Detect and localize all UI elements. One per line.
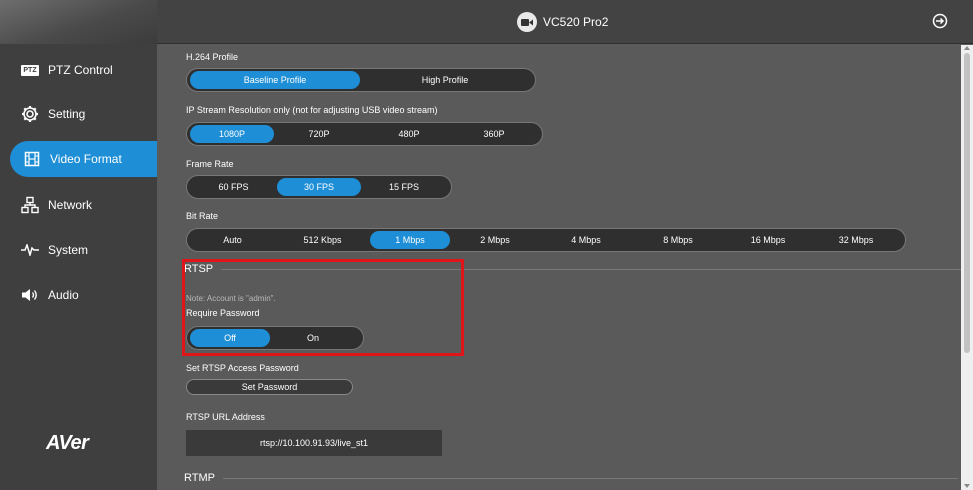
- sidebar-item-video-format[interactable]: Video Format: [10, 141, 157, 177]
- option-512-kbps[interactable]: 512 Kbps: [275, 231, 370, 249]
- sidebar-item-label: System: [48, 243, 89, 257]
- sidebar-item-ptz-control[interactable]: PTZ PTZ Control: [0, 52, 157, 88]
- sidebar-item-label: PTZ Control: [48, 63, 113, 77]
- option-high-profile[interactable]: High Profile: [360, 71, 530, 89]
- option-360p[interactable]: 360P: [454, 125, 534, 143]
- ptz-icon: PTZ: [21, 64, 39, 76]
- rtsp-url-field[interactable]: rtsp://10.100.91.93/live_st1: [186, 430, 442, 456]
- camera-icon: [517, 12, 537, 32]
- logout-icon[interactable]: [931, 12, 949, 30]
- scroll-up-arrow-icon[interactable]: [964, 46, 970, 50]
- resolution-label: IP Stream Resolution only (not for adjus…: [186, 105, 438, 115]
- sidebar-item-audio[interactable]: Audio: [0, 277, 157, 313]
- option-2-mbps[interactable]: 2 Mbps: [450, 231, 540, 249]
- sidebar-item-network[interactable]: Network: [0, 187, 157, 223]
- app-window: PTZ PTZ Control Setting Video Format Net…: [0, 0, 973, 490]
- bit-rate-selector: Auto 512 Kbps 1 Mbps 2 Mbps 4 Mbps 8 Mbp…: [186, 228, 906, 252]
- network-icon: [21, 196, 39, 214]
- option-8-mbps[interactable]: 8 Mbps: [632, 231, 724, 249]
- rtmp-section-header: RTMP: [184, 472, 958, 484]
- sidebar-item-label: Video Format: [50, 152, 122, 166]
- top-header: VC520 Pro2: [157, 0, 973, 44]
- h264-profile-selector: Baseline Profile High Profile: [186, 68, 536, 92]
- option-1-mbps[interactable]: 1 Mbps: [370, 231, 450, 249]
- option-4-mbps[interactable]: 4 Mbps: [540, 231, 632, 249]
- sidebar-item-label: Audio: [48, 288, 79, 302]
- vertical-scrollbar[interactable]: [961, 45, 973, 490]
- frame-rate-label: Frame Rate: [186, 159, 234, 169]
- film-icon: [23, 150, 41, 168]
- rtsp-url-label: RTSP URL Address: [186, 412, 265, 422]
- option-32-mbps[interactable]: 32 Mbps: [812, 231, 900, 249]
- sidebar-item-label: Setting: [48, 107, 86, 121]
- sidebar-item-label: Network: [48, 198, 93, 212]
- option-15-fps[interactable]: 15 FPS: [361, 178, 447, 196]
- scroll-down-arrow-icon[interactable]: [964, 484, 970, 488]
- gear-icon: [21, 105, 39, 123]
- resolution-selector: 1080P 720P 480P 360P: [186, 122, 543, 146]
- option-1080p[interactable]: 1080P: [190, 125, 274, 143]
- device-name: VC520 Pro2: [543, 15, 609, 29]
- option-30-fps[interactable]: 30 FPS: [277, 178, 361, 196]
- sidebar-item-setting[interactable]: Setting: [0, 96, 157, 132]
- section-divider: [222, 477, 958, 479]
- speaker-icon: [21, 286, 39, 304]
- option-baseline-profile[interactable]: Baseline Profile: [190, 71, 360, 89]
- option-60-fps[interactable]: 60 FPS: [190, 178, 277, 196]
- video-format-panel: H.264 Profile Baseline Profile High Prof…: [157, 45, 961, 490]
- sidebar-header: [0, 0, 157, 44]
- rtmp-section-title: RTMP: [184, 472, 215, 484]
- highlight-box: [182, 259, 464, 356]
- sidebar-item-system[interactable]: System: [0, 232, 157, 268]
- option-16-mbps[interactable]: 16 Mbps: [724, 231, 812, 249]
- aver-logo: AVer: [46, 432, 89, 454]
- set-password-button[interactable]: Set Password: [186, 379, 353, 395]
- rtsp-access-password-label: Set RTSP Access Password: [186, 363, 299, 373]
- option-auto[interactable]: Auto: [190, 231, 275, 249]
- device-title: VC520 Pro2: [517, 12, 608, 32]
- frame-rate-selector: 60 FPS 30 FPS 15 FPS: [186, 175, 452, 199]
- scrollbar-thumb[interactable]: [964, 53, 970, 353]
- pulse-icon: [21, 241, 39, 259]
- sidebar: PTZ PTZ Control Setting Video Format Net…: [0, 0, 157, 490]
- h264-profile-label: H.264 Profile: [186, 52, 239, 62]
- option-480p[interactable]: 480P: [364, 125, 454, 143]
- option-720p[interactable]: 720P: [274, 125, 364, 143]
- bit-rate-label: Bit Rate: [186, 211, 219, 221]
